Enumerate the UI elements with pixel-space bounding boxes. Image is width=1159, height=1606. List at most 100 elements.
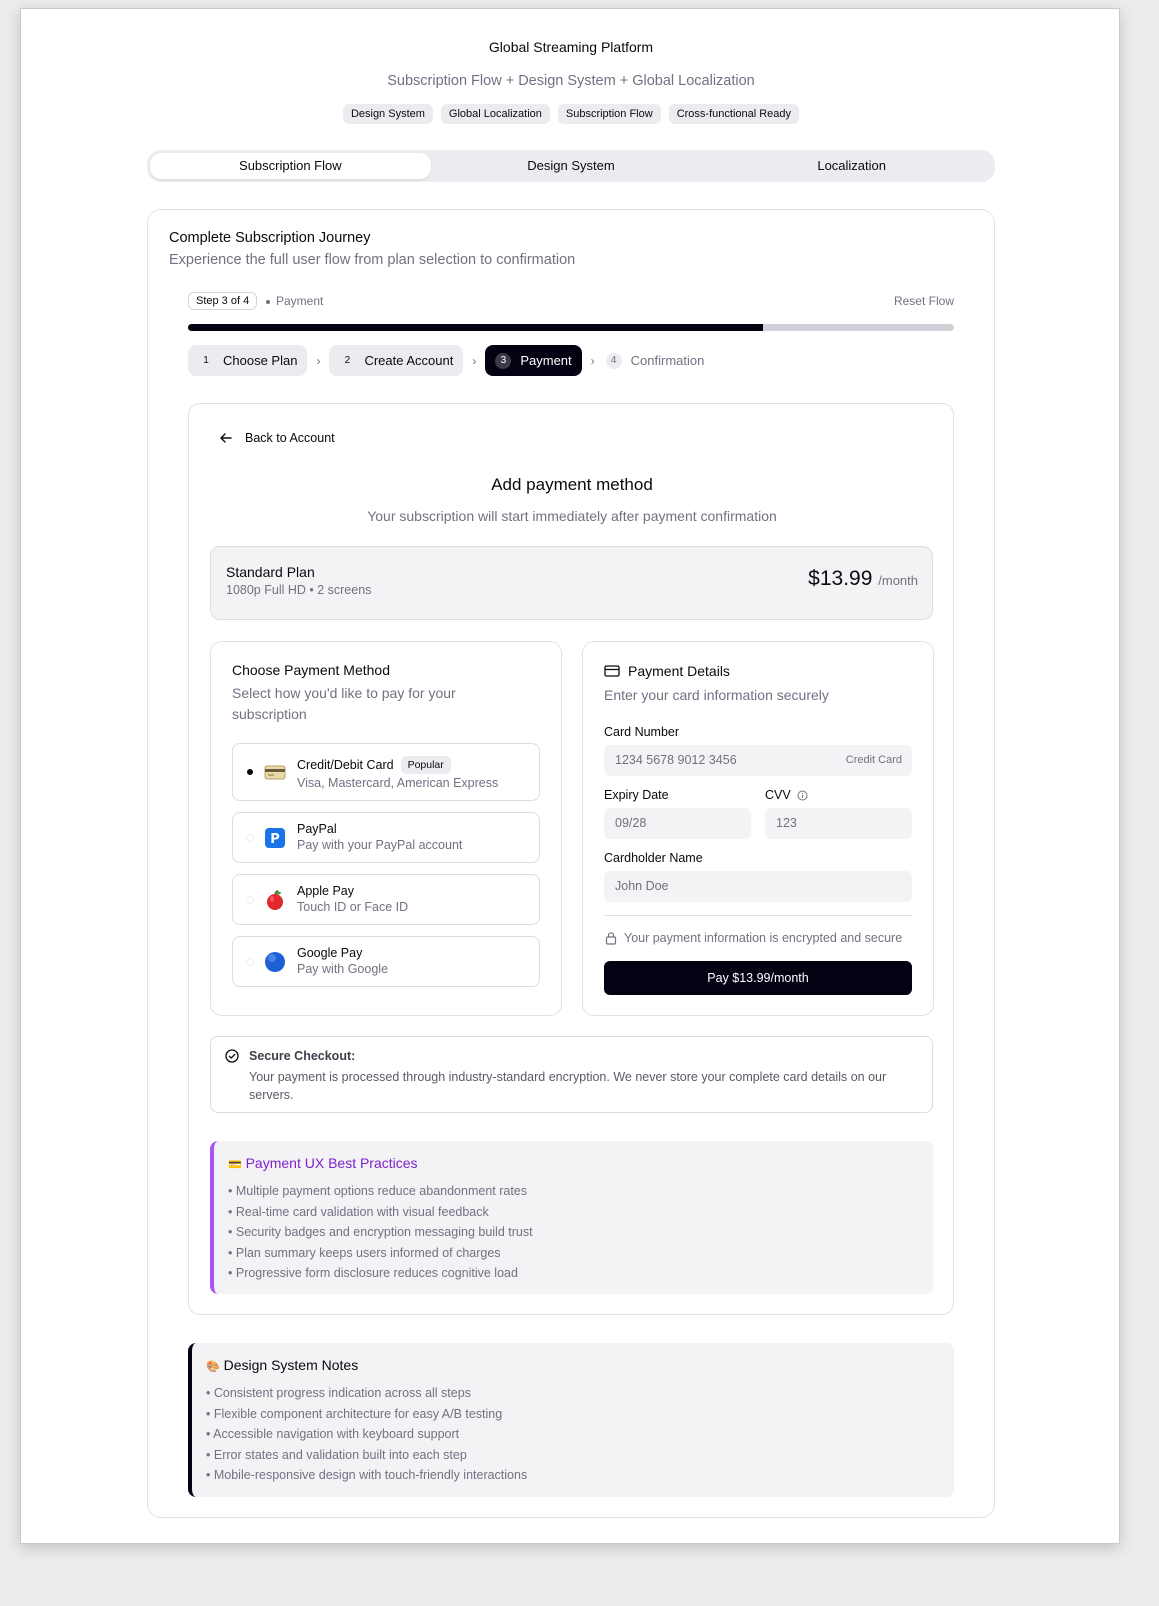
list-item-text: Plan summary keeps users informed of cha… bbox=[235, 1245, 501, 1260]
option-paypal[interactable]: P PayPal Pay with your PayPal account bbox=[232, 812, 540, 863]
step-number: 1 bbox=[203, 354, 209, 366]
list-item: • Progressive form disclosure reduces co… bbox=[228, 1266, 518, 1280]
arrow-left-icon bbox=[220, 433, 232, 443]
popular-badge: Popular bbox=[400, 756, 451, 774]
pay-button[interactable]: Pay $13.99/month bbox=[604, 961, 912, 995]
design-notes-list: • Consistent progress indication across … bbox=[206, 1383, 527, 1486]
tab-design-system[interactable]: Design System bbox=[431, 153, 712, 179]
list-item-text: Progressive form disclosure reduces cogn… bbox=[235, 1266, 518, 1280]
palette-emoji-icon: 🎨 bbox=[206, 1361, 220, 1373]
expiry-date-input[interactable]: 09/28 bbox=[604, 808, 751, 839]
google-icon bbox=[264, 951, 286, 973]
price-amount: $13.99 bbox=[808, 567, 873, 590]
list-item: • Security badges and encryption messagi… bbox=[228, 1225, 533, 1239]
design-notes-title-text: Design System Notes bbox=[223, 1357, 359, 1373]
list-item: • Plan summary keeps users informed of c… bbox=[228, 1245, 501, 1260]
card-number-label: Card Number bbox=[604, 725, 680, 739]
credit-card-emoji-icon: 💳 bbox=[228, 1159, 242, 1171]
best-practices-title-text: Payment UX Best Practices bbox=[245, 1155, 418, 1171]
svg-text:P: P bbox=[270, 832, 280, 847]
option-description: Touch ID or Face ID bbox=[297, 900, 409, 914]
list-item-text: Mobile-responsive design with touch-frie… bbox=[213, 1468, 528, 1482]
info-icon[interactable] bbox=[797, 790, 808, 801]
lock-icon bbox=[605, 932, 617, 945]
radio-unselected[interactable] bbox=[246, 896, 254, 904]
card-number-placeholder: 1234 5678 9012 3456 bbox=[615, 753, 737, 767]
card-number-input[interactable]: 1234 5678 9012 3456 Credit Card bbox=[604, 745, 912, 776]
progress-bar bbox=[188, 324, 954, 331]
radio-unselected[interactable] bbox=[246, 958, 254, 966]
list-item-text: Multiple payment options reduce abandonm… bbox=[235, 1184, 528, 1198]
best-practices-list: • Multiple payment options reduce abando… bbox=[228, 1181, 533, 1284]
list-item-text: Error states and validation built into e… bbox=[213, 1447, 467, 1462]
option-apple-pay[interactable]: Apple Pay Touch ID or Face ID bbox=[232, 874, 540, 925]
back-label: Back to Account bbox=[245, 431, 335, 445]
list-item: • Flexible component architecture for ea… bbox=[206, 1406, 503, 1421]
step-confirmation: 4 Confirmation bbox=[604, 345, 715, 376]
radio-unselected[interactable] bbox=[246, 834, 254, 842]
back-to-account-button[interactable]: Back to Account bbox=[219, 431, 335, 445]
step-number: 4 bbox=[605, 352, 622, 369]
best-practices-box: 💳 Payment UX Best Practices • Multiple p… bbox=[210, 1141, 933, 1294]
list-item: • Accessible navigation with keyboard su… bbox=[206, 1427, 460, 1441]
credit-card-outline-icon bbox=[604, 665, 620, 677]
cvv-label: CVV bbox=[765, 788, 808, 802]
payment-method-subtitle: Select how you'd like to pay for your su… bbox=[232, 685, 456, 722]
option-credit-card[interactable]: Credit/Debit Card Popular Visa, Mastercar… bbox=[232, 743, 540, 801]
credit-card-icon bbox=[264, 761, 286, 783]
tab-localization[interactable]: Localization bbox=[711, 153, 992, 179]
cardholder-name-input[interactable]: John Doe bbox=[604, 871, 912, 902]
step-create-account[interactable]: 2 Create Account bbox=[329, 345, 464, 376]
badge-subscription-flow: Subscription Flow bbox=[557, 104, 661, 124]
cardholder-name-label: Cardholder Name bbox=[604, 851, 703, 865]
journey-subtitle: Experience the full user flow from plan … bbox=[169, 252, 576, 268]
tab-subscription-flow[interactable]: Subscription Flow bbox=[150, 153, 431, 179]
step-label: Confirmation bbox=[630, 353, 705, 368]
list-item: • Real-time card validation with visual … bbox=[228, 1204, 489, 1219]
design-notes-title: 🎨 Design System Notes bbox=[206, 1357, 358, 1373]
list-item-text: Consistent progress indication across al… bbox=[213, 1386, 471, 1400]
progress-fill bbox=[188, 324, 763, 331]
step-label: Payment bbox=[520, 353, 572, 368]
list-item-text: Accessible navigation with keyboard supp… bbox=[213, 1427, 460, 1441]
payment-details-title: Payment Details bbox=[604, 663, 730, 679]
cvv-label-text: CVV bbox=[765, 788, 791, 802]
details-title-text: Payment Details bbox=[628, 663, 730, 679]
radio-selected[interactable] bbox=[247, 769, 253, 775]
step-payment[interactable]: 3 Payment bbox=[485, 345, 582, 376]
page: Global Streaming Platform Subscription F… bbox=[20, 8, 1120, 1544]
payment-details-card: Payment Details Enter your card informat… bbox=[582, 641, 934, 1016]
design-system-notes: 🎨 Design System Notes • Consistent progr… bbox=[188, 1343, 954, 1497]
check-circle-icon bbox=[225, 1049, 239, 1063]
best-practices-title: 💳 Payment UX Best Practices bbox=[228, 1155, 418, 1171]
apple-icon bbox=[264, 889, 286, 911]
payment-title: Add payment method bbox=[491, 475, 653, 494]
step-counter-badge: Step 3 of 4 bbox=[188, 292, 258, 310]
list-item: • Error states and validation built into… bbox=[206, 1447, 467, 1462]
plan-price: $13.99 /month bbox=[808, 567, 918, 591]
cvv-input[interactable]: 123 bbox=[765, 808, 912, 839]
current-step-name: Payment bbox=[276, 294, 324, 308]
paypal-icon: P bbox=[264, 827, 286, 849]
tab-bar: Subscription Flow Design System Localiza… bbox=[147, 150, 995, 182]
encryption-notice: Your payment information is encrypted an… bbox=[604, 931, 902, 945]
option-description: Pay with your PayPal account bbox=[297, 838, 463, 852]
option-google-pay[interactable]: Google Pay Pay with Google bbox=[232, 936, 540, 987]
app-subtitle: Subscription Flow + Design System + Glob… bbox=[387, 73, 755, 89]
plan-name: Standard Plan bbox=[226, 564, 315, 580]
option-name: Credit/Debit Card Popular bbox=[297, 756, 451, 774]
plan-summary: Standard Plan 1080p Full HD • 2 screens … bbox=[210, 546, 933, 620]
step-label: Create Account bbox=[364, 353, 454, 368]
secure-checkout-alert: Secure Checkout: Your payment is process… bbox=[210, 1036, 933, 1113]
payment-method-card: Choose Payment Method Select how you'd l… bbox=[210, 641, 562, 1016]
reset-flow-button[interactable]: Reset Flow bbox=[894, 294, 954, 308]
badge-global-localization: Global Localization bbox=[440, 104, 550, 124]
step-choose-plan[interactable]: 1 Choose Plan bbox=[188, 345, 308, 376]
chevron-right-icon: › bbox=[590, 353, 595, 368]
payment-panel: Back to Account Add payment method Your … bbox=[188, 403, 954, 1315]
option-name: Google Pay bbox=[297, 946, 363, 960]
option-description: Pay with Google bbox=[297, 962, 389, 976]
app-title: Global Streaming Platform bbox=[488, 39, 654, 55]
step-navigator: 1 Choose Plan › 2 Create Account › 3 Pay… bbox=[188, 345, 714, 376]
step-label: Choose Plan bbox=[223, 353, 298, 368]
